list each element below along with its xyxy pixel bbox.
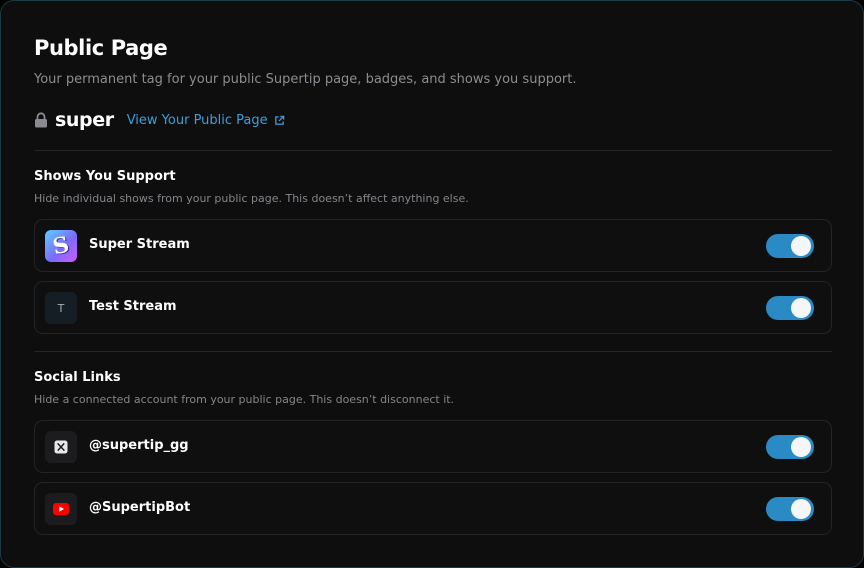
external-link-icon (274, 115, 284, 125)
show-row-test-stream: T Test Stream (34, 281, 832, 334)
view-public-page-label: View Your Public Page (126, 112, 268, 128)
test-stream-visibility-toggle[interactable] (766, 296, 814, 320)
social-label: @supertip_gg (89, 438, 189, 453)
view-public-page-link[interactable]: View Your Public Page (127, 113, 285, 128)
social-row-youtube: @SupertipBot (34, 482, 832, 535)
shows-section-title: Shows You Support (34, 169, 176, 184)
x-twitter-icon (45, 431, 77, 463)
lock-icon (34, 112, 48, 128)
social-section-title: Social Links (34, 370, 121, 385)
x-account-visibility-toggle[interactable] (766, 435, 814, 459)
toggle-knob (791, 499, 811, 519)
show-row-super-stream: S Super Stream (34, 219, 832, 272)
toggle-knob (791, 437, 811, 457)
letter-avatar-icon: T (45, 292, 77, 324)
public-tag-name: super (55, 109, 114, 131)
youtube-account-visibility-toggle[interactable] (766, 497, 814, 521)
page-subtitle: Your permanent tag for your public Super… (34, 72, 577, 87)
shows-section-description: Hide individual shows from your public p… (34, 192, 469, 205)
public-page-card: Public Page Your permanent tag for your … (0, 0, 864, 568)
youtube-icon (45, 493, 77, 525)
divider (34, 150, 832, 151)
super-stream-logo-icon: S (45, 230, 77, 262)
divider (34, 351, 832, 352)
public-tag-row: super View Your Public Page (34, 108, 285, 132)
show-label: Test Stream (89, 299, 177, 314)
show-label: Super Stream (89, 237, 190, 252)
social-row-x: @supertip_gg (34, 420, 832, 473)
super-stream-visibility-toggle[interactable] (766, 234, 814, 258)
social-label: @SupertipBot (89, 500, 191, 515)
toggle-knob (791, 298, 811, 318)
page-title: Public Page (34, 36, 168, 60)
social-section-description: Hide a connected account from your publi… (34, 393, 455, 406)
toggle-knob (791, 236, 811, 256)
